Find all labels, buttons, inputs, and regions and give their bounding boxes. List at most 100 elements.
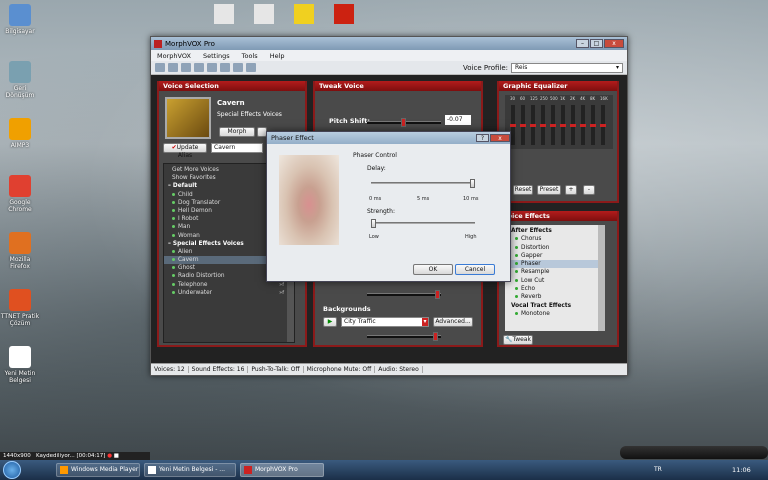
effect-item[interactable]: Distortion [505,244,605,252]
effect-item[interactable]: Monotone [505,310,605,318]
minimize-button[interactable]: – [576,39,589,48]
effect-item[interactable]: Phaser [505,260,605,269]
eq-band-thumb[interactable] [590,124,596,127]
background-select[interactable]: City Traffic ▾ [341,317,429,327]
window-titlebar[interactable]: MorphVOX Pro – □ x [151,37,627,50]
eq-band-thumb[interactable] [540,124,546,127]
delay-thumb[interactable] [470,179,475,188]
eq-band-slider[interactable] [510,105,516,145]
menu-morphvox[interactable]: MorphVOX [157,52,191,60]
clock[interactable]: 11:06 [732,466,751,474]
alias-input[interactable]: Cavern [211,143,263,153]
reset-button[interactable]: Reset [513,185,533,195]
toolbar-icon-6[interactable] [220,63,230,72]
eq-band-slider[interactable] [550,105,556,145]
record-icon[interactable]: ● [107,453,112,459]
eq-band-slider[interactable] [560,105,566,145]
dialog-close-button[interactable]: x [490,134,510,142]
toolbar-icon-5[interactable] [207,63,217,72]
pitch-shift-thumb[interactable] [401,118,406,127]
eq-band-slider[interactable] [590,105,596,145]
advanced-button[interactable]: Advanced... [433,317,473,327]
eq-band-slider[interactable] [520,105,526,145]
eq-band-slider[interactable] [530,105,536,145]
toolbar-icon-2[interactable] [168,63,178,72]
effects-scrollbar[interactable] [598,225,605,331]
language-indicator[interactable]: TR [654,466,662,473]
taskbar-wmp[interactable]: Windows Media Player [56,463,140,477]
top-desktop-icon-1[interactable] [250,4,278,36]
menu-tools[interactable]: Tools [242,52,258,60]
tweak-button[interactable]: 🔧Tweak [503,335,533,345]
voice-profile-label: Voice Profile: [463,63,508,72]
background-volume-thumb[interactable] [433,332,438,341]
top-desktop-icon-0[interactable] [210,4,238,36]
taskbar-morphvox[interactable]: MorphVOX Pro [240,463,324,477]
eq-band-slider[interactable] [570,105,576,145]
pitch-shift-value[interactable]: -0.07 [445,115,471,125]
toolbar-icon-1[interactable] [155,63,165,72]
top-desktop-icon-3[interactable] [330,4,358,36]
tweak-slider[interactable] [367,290,441,299]
eq-band-thumb[interactable] [520,124,526,127]
remove-preset-button[interactable]: - [583,185,595,195]
strength-slider[interactable] [371,219,475,228]
desktop-icon-3[interactable]: Google Chrome [0,175,40,213]
desktop-icon-5[interactable]: TTNET Pratik Çözüm [0,289,40,327]
effect-item[interactable]: Resample [505,268,605,276]
voice-list-item[interactable]: Underwater »f [164,289,294,297]
taskbar-notepad[interactable]: Yeni Metin Belgesi - ... [144,463,236,477]
eq-band-thumb[interactable] [580,124,586,127]
strength-thumb[interactable] [371,219,376,228]
toolbar-icon-7[interactable] [233,63,243,72]
desktop-icon-6[interactable]: Yeni Metin Belgesi [0,346,40,384]
tweak-slider-thumb[interactable] [435,290,440,299]
pitch-shift-slider[interactable] [367,118,441,127]
menu-settings[interactable]: Settings [203,52,230,60]
effect-item[interactable]: Echo [505,285,605,293]
eq-band-slider[interactable] [540,105,546,145]
toolbar-icon-4[interactable] [194,63,204,72]
app-icon [154,39,162,48]
eq-band-thumb[interactable] [530,124,536,127]
eq-band-thumb[interactable] [560,124,566,127]
menu-help[interactable]: Help [270,52,285,60]
help-button[interactable]: ? [476,134,489,142]
eq-band-thumb[interactable] [570,124,576,127]
voice-profile-select[interactable]: Reis ▾ [511,62,623,73]
effect-status-dot [515,237,518,241]
preset-button[interactable]: Preset [537,185,561,195]
dialog-titlebar[interactable]: Phaser Effect ? x [267,132,510,144]
start-button[interactable] [3,461,21,479]
background-volume-slider[interactable] [367,332,441,341]
desktop-icon-1[interactable]: Geri Dönüşüm [0,61,40,99]
media-player-miniplayer[interactable] [620,446,768,459]
update-alias-button[interactable]: ✔Update Alias [163,143,207,159]
eq-band-slider[interactable] [580,105,586,145]
desktop-icon-0[interactable]: Bilgisayar [0,4,40,35]
effect-item[interactable]: Chorus [505,235,605,243]
effect-item[interactable]: Reverb [505,293,605,301]
stop-icon[interactable]: ■ [114,453,119,459]
close-button[interactable]: x [604,39,624,48]
delay-slider[interactable] [371,179,475,188]
ok-button[interactable]: OK [413,264,453,275]
eq-band-slider[interactable] [600,105,606,145]
add-preset-button[interactable]: + [565,185,577,195]
morph-button[interactable]: Morph [219,127,255,137]
desktop-icon-4[interactable]: Mozilla Firefox [0,232,40,270]
maximize-button[interactable]: □ [590,39,603,48]
eq-band-thumb[interactable] [600,124,606,127]
status-audio: Audio: Stereo [375,366,423,373]
effect-item[interactable]: Low Cut [505,277,605,285]
top-desktop-icon-2[interactable] [290,4,318,36]
toolbar-icon-3[interactable] [181,63,191,72]
play-background-button[interactable]: ▶ [323,317,337,327]
toolbar-icon-8[interactable] [246,63,256,72]
eq-band-label: 4K [580,96,586,101]
cancel-button[interactable]: Cancel [455,264,495,275]
desktop-icon-2[interactable]: AIMP3 [0,118,40,149]
effect-item[interactable]: Gapper [505,252,605,260]
eq-band-thumb[interactable] [550,124,556,127]
eq-band-thumb[interactable] [510,124,516,127]
